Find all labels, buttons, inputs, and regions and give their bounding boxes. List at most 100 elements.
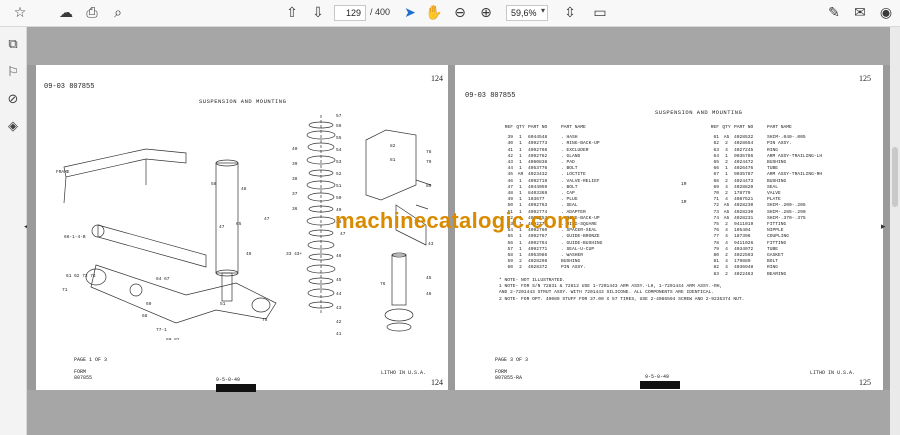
table-cell-ref: 83	[713, 271, 719, 277]
mail-icon[interactable]: ✉	[850, 4, 870, 22]
svg-text:81: 81	[390, 157, 396, 163]
fit-page-icon[interactable]: ⇳	[560, 4, 580, 22]
table-cell-part: 4028372	[528, 265, 548, 271]
print-icon[interactable]: ⎙	[82, 4, 102, 22]
comment-icon[interactable]: ▭	[590, 4, 610, 22]
form-number: 807855	[74, 375, 93, 381]
svg-text:49: 49	[246, 251, 252, 257]
svg-text:54: 54	[336, 147, 342, 153]
page-number-top: 125	[859, 74, 871, 83]
svg-text:82: 82	[390, 143, 396, 149]
svg-text:43: 43	[336, 305, 342, 311]
page-of-label: PAGE 3 OF 3	[495, 357, 529, 363]
svg-text:51: 51	[336, 183, 342, 189]
svg-text:45: 45	[426, 275, 432, 281]
litho-label: LITHO IN U.S.A.	[381, 370, 427, 376]
svg-text:71: 71	[62, 287, 68, 293]
diagram-title: SUSPENSION AND MOUNTING	[199, 98, 287, 105]
page-down-icon[interactable]: ⇩	[308, 4, 328, 22]
page-thumbnails-icon[interactable]: ⧉	[4, 35, 22, 53]
svg-text:52: 52	[336, 171, 342, 177]
svg-text:77-1: 77-1	[156, 327, 167, 333]
date-code: 9-5-0-49	[216, 377, 241, 383]
svg-text:41: 41	[336, 331, 342, 337]
svg-text:45: 45	[336, 277, 342, 283]
svg-text:48: 48	[241, 186, 247, 192]
table-cell-qty: 2	[725, 271, 728, 277]
svg-text:43: 43	[428, 241, 434, 247]
table-cell-name: PIN ASSY.	[561, 265, 586, 271]
left-sidebar: ⧉ ⚐ ⊘ ◈ ◂	[0, 27, 29, 435]
cursor-select-icon[interactable]: ➤	[400, 4, 420, 22]
zoom-in-icon[interactable]: ⊕	[476, 4, 496, 22]
hand-pan-icon[interactable]: ✋	[424, 4, 444, 22]
svg-text:80 82: 80 82	[166, 337, 180, 340]
bookmark-star-icon[interactable]: ☆	[10, 4, 30, 22]
page-total: / 400	[370, 7, 391, 17]
upload-cloud-icon[interactable]: ☁	[56, 4, 76, 22]
litho-label: LITHO IN U.S.A.	[810, 370, 856, 376]
vertical-scrollbar[interactable]	[890, 27, 900, 435]
table-cell-name: BEARING	[767, 271, 787, 277]
table-header: REF QTY PART NO PART NAME	[504, 125, 586, 130]
svg-text:33 43+: 33 43+	[286, 251, 303, 257]
form-number: 807855-RA	[495, 375, 523, 381]
scrollbar-thumb[interactable]	[892, 147, 898, 207]
page-up-icon[interactable]: ⇧	[282, 4, 302, 22]
svg-text:75: 75	[262, 317, 268, 323]
parts-table-right: REF QTY PART NO PART NAME 61 A5 4028532 SHI…	[703, 125, 857, 278]
svg-text:53: 53	[336, 159, 342, 165]
page-number-bottom: 124	[431, 378, 443, 387]
svg-text:80: 80	[426, 183, 432, 189]
collapse-right-panel-arrow-icon[interactable]: ▸	[881, 222, 886, 232]
toolbar: ☆ ☁ ⎙ ⌕ ⇧ ⇩ 129 / 400 ➤ ✋ ⊖ ⊕ 59,6% ▾ ⇳ …	[0, 0, 900, 27]
table-title: SUSPENSION AND MOUNTING	[655, 109, 743, 116]
zoom-out-icon[interactable]: ⊖	[450, 4, 470, 22]
sign-pen-icon[interactable]: ✎	[824, 4, 844, 22]
svg-text:39: 39	[292, 161, 298, 167]
svg-text:40: 40	[292, 146, 298, 152]
svg-text:64 67: 64 67	[156, 276, 170, 282]
table-cell-qty: 2	[519, 265, 522, 271]
svg-text:FRAME: FRAME	[56, 169, 70, 175]
table-row: 83 2 4022463 BEARING	[703, 272, 857, 278]
svg-text:68: 68	[142, 313, 148, 319]
svg-text:46: 46	[426, 291, 432, 297]
svg-text:50: 50	[336, 195, 342, 201]
svg-text:69: 69	[146, 301, 152, 307]
table-cell-ref: 60	[507, 265, 513, 271]
svg-text:47: 47	[219, 224, 225, 230]
page-header: 09-03 807855	[44, 83, 95, 91]
note-mark: 1R	[681, 182, 687, 187]
account-icon[interactable]: ◉	[876, 4, 896, 22]
chevron-down-icon[interactable]: ▾	[541, 6, 545, 15]
date-stamp-bar	[216, 384, 256, 392]
date-stamp-bar	[640, 381, 680, 389]
table-cell-part: 4022463	[734, 271, 754, 277]
svg-text:42: 42	[336, 319, 342, 325]
page-of-label: PAGE 1 OF 3	[74, 357, 108, 363]
note-mark: 1R	[681, 200, 687, 205]
page-header: 09-03 807855	[465, 92, 516, 100]
note-line: 2 NOTE- FOR OPT. 49089 STUFF FOR 37.00 X…	[499, 296, 745, 302]
svg-text:58: 58	[211, 181, 217, 187]
page-number-input[interactable]: 129	[334, 5, 366, 21]
search-icon[interactable]: ⌕	[108, 4, 128, 22]
svg-text:36: 36	[292, 206, 298, 212]
page-number-bottom: 125	[859, 378, 871, 387]
svg-text:61 62 72 74: 61 62 72 74	[66, 273, 96, 279]
parts-table-left: REF QTY PART NO PART NAME 39 1 6044548. HA…	[497, 125, 651, 272]
table-row: 60 2 4028372 PIN ASSY.	[497, 265, 651, 271]
svg-text:65: 65	[236, 221, 242, 227]
attachment-icon[interactable]: ⊘	[4, 90, 22, 108]
bookmarks-icon[interactable]: ⚐	[4, 63, 22, 81]
svg-text:55: 55	[336, 135, 342, 141]
table-header: REF QTY PART NO PART NAME	[710, 125, 792, 130]
svg-text:78: 78	[426, 149, 432, 155]
layers-icon[interactable]: ◈	[4, 117, 22, 135]
watermark: machinecatalogic.com	[335, 208, 577, 233]
svg-text:44: 44	[336, 291, 342, 297]
svg-text:66-1-4-B: 66-1-4-B	[64, 234, 86, 240]
svg-text:47: 47	[264, 216, 270, 222]
svg-text:76: 76	[380, 281, 386, 287]
